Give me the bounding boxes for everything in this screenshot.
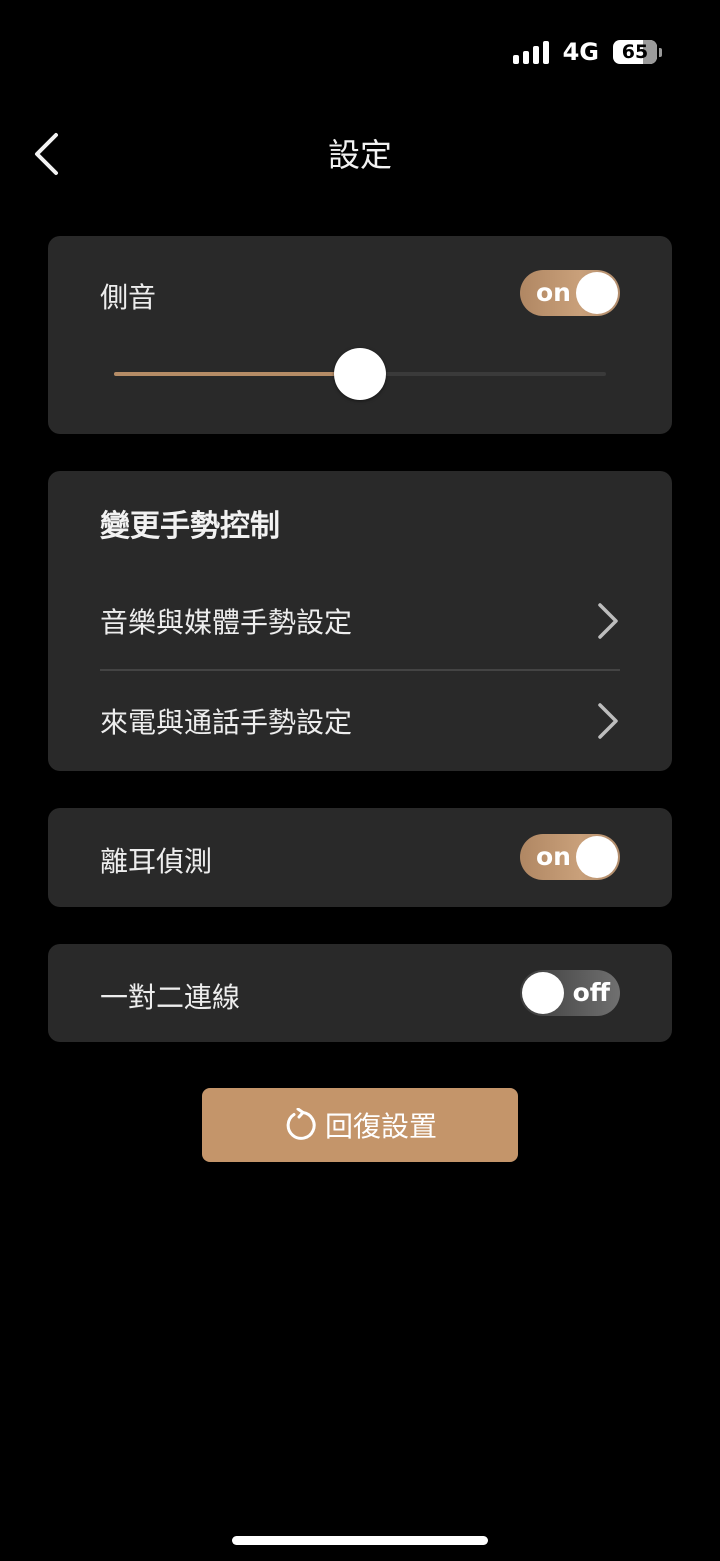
toggle-knob xyxy=(522,972,564,1014)
music-media-gesture-label: 音樂與媒體手勢設定 xyxy=(100,606,353,639)
toggle-knob xyxy=(576,836,618,878)
ear-detection-label: 離耳偵測 xyxy=(100,845,213,878)
slider-fill xyxy=(114,372,360,376)
toggle-knob xyxy=(576,272,618,314)
multipoint-label: 一對二連線 xyxy=(100,981,241,1014)
status-bar: 4G 65 xyxy=(512,34,662,70)
gesture-control-card: 變更手勢控制 音樂與媒體手勢設定 來電與通話手勢設定 xyxy=(48,471,672,771)
ear-detection-toggle[interactable]: on xyxy=(520,834,620,880)
multipoint-toggle[interactable]: off xyxy=(520,970,620,1016)
reset-settings-label: 回復設置 xyxy=(324,1110,437,1143)
gesture-section-title: 變更手勢控制 xyxy=(100,509,280,544)
call-gesture-label: 來電與通話手勢設定 xyxy=(100,706,353,739)
sidetone-volume-slider[interactable] xyxy=(114,348,606,400)
ear-detection-toggle-text: on xyxy=(536,842,571,871)
call-gesture-row[interactable]: 來電與通話手勢設定 xyxy=(100,671,620,771)
reset-settings-button[interactable]: 回復設置 xyxy=(202,1088,518,1162)
slider-thumb[interactable] xyxy=(334,348,386,400)
battery-level: 65 xyxy=(621,41,649,63)
chevron-right-icon xyxy=(598,603,618,639)
battery-icon: 65 xyxy=(613,40,662,64)
sidetone-toggle-text: on xyxy=(536,278,571,307)
sidetone-toggle[interactable]: on xyxy=(520,270,620,316)
network-type: 4G xyxy=(562,38,599,66)
sidetone-card: 側音 on xyxy=(48,236,672,434)
multipoint-card: 一對二連線 off xyxy=(48,944,672,1042)
page-title: 設定 xyxy=(327,136,392,174)
music-media-gesture-row[interactable]: 音樂與媒體手勢設定 xyxy=(100,571,620,671)
multipoint-toggle-text: off xyxy=(572,978,610,1007)
chevron-right-icon xyxy=(598,703,618,739)
cellular-signal-icon xyxy=(512,40,549,64)
home-indicator xyxy=(232,1536,488,1545)
ear-detection-card: 離耳偵測 on xyxy=(48,808,672,907)
sidetone-label: 側音 xyxy=(100,281,157,314)
reset-icon xyxy=(286,1108,316,1140)
